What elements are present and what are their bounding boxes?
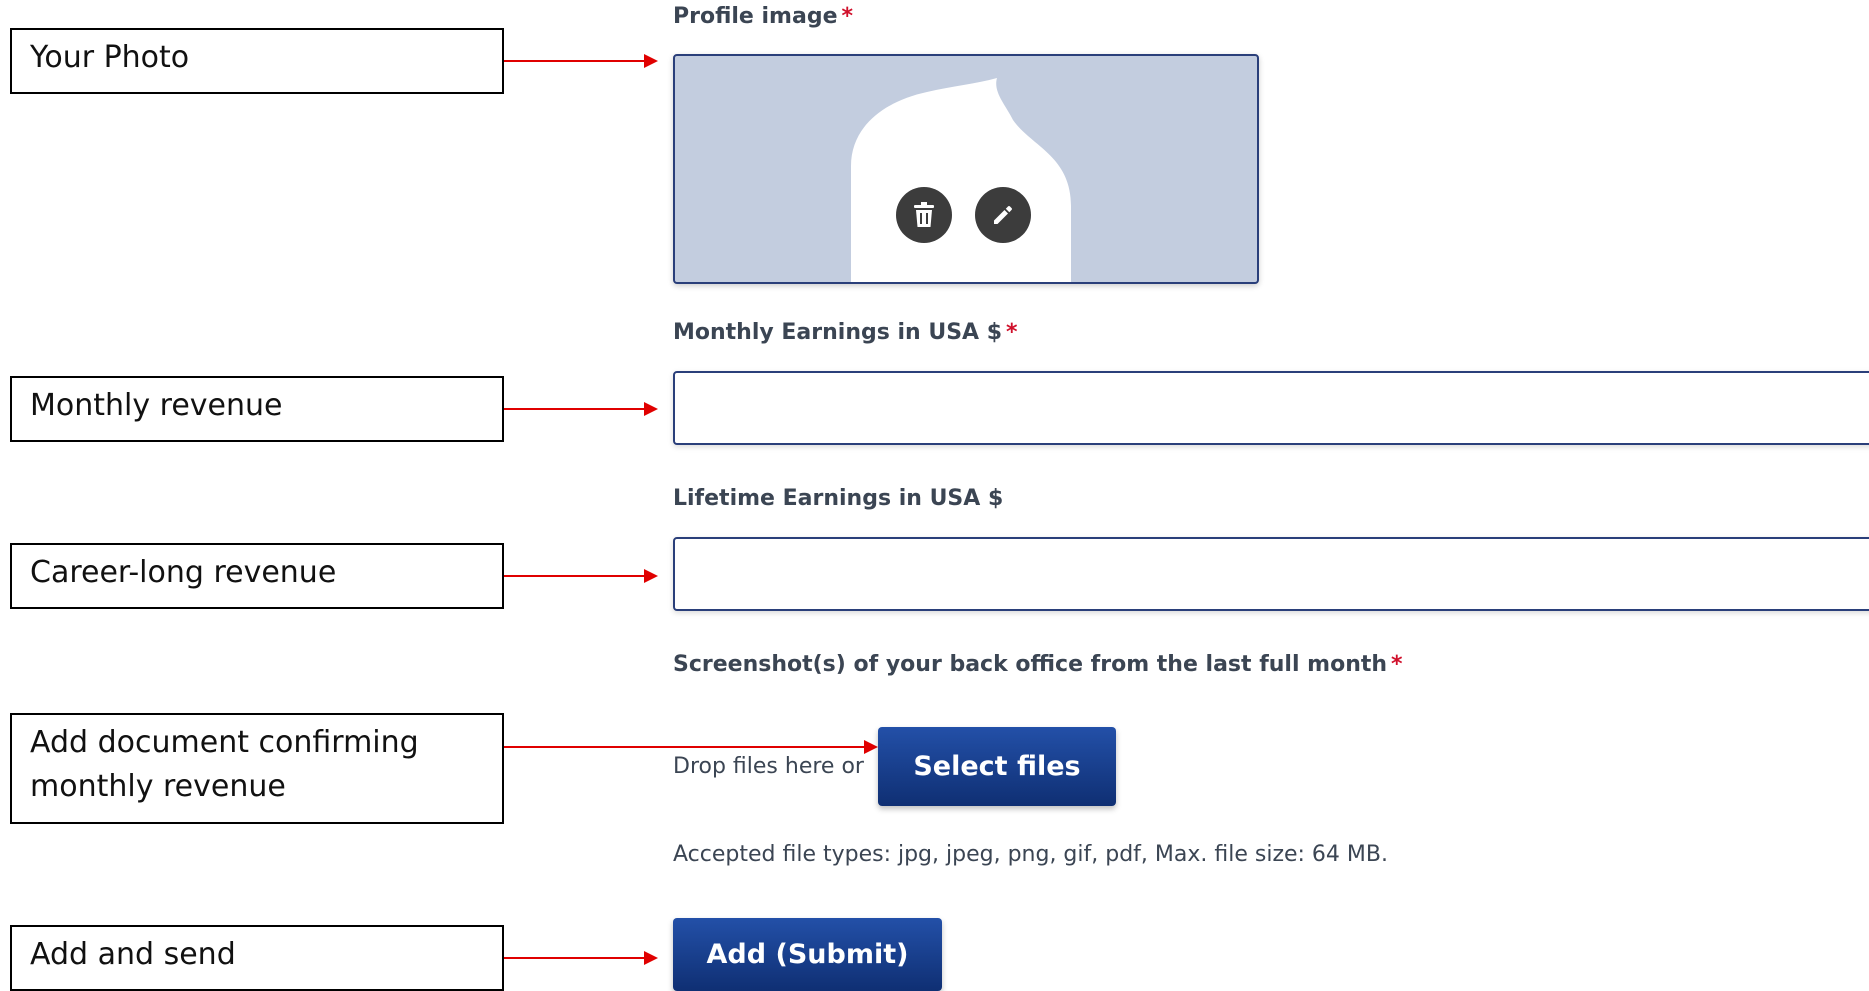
delete-photo-button[interactable] xyxy=(896,187,952,243)
annotation-arrow xyxy=(504,569,658,583)
profile-image-label: Profile image * xyxy=(673,4,854,29)
annotation-add-and-send: Add and send xyxy=(10,925,504,991)
screenshots-label: Screenshot(s) of your back office from t… xyxy=(673,652,1403,677)
annotation-text: Career-long revenue xyxy=(30,555,337,590)
required-mark: * xyxy=(1391,652,1403,677)
required-mark: * xyxy=(841,4,854,29)
accepted-file-types-text: Accepted file types: jpg, jpeg, png, gif… xyxy=(673,842,1388,867)
annotation-arrow xyxy=(504,54,658,68)
annotation-text-line: monthly revenue xyxy=(30,769,286,804)
pencil-icon xyxy=(994,206,1012,224)
submit-button[interactable]: Add (Submit) xyxy=(673,918,942,991)
edit-photo-button[interactable] xyxy=(975,187,1031,243)
annotation-add-document: Add document confirming monthly revenue xyxy=(10,713,504,824)
drop-files-text: Drop files here or xyxy=(673,754,864,779)
annotation-arrow xyxy=(504,740,878,754)
annotation-text: Monthly revenue xyxy=(30,388,283,423)
monthly-earnings-input[interactable] xyxy=(673,371,1869,445)
annotation-monthly-revenue: Monthly revenue xyxy=(10,376,504,442)
annotation-arrow xyxy=(504,951,658,965)
trash-icon xyxy=(914,202,934,227)
annotation-text: Your Photo xyxy=(30,40,190,75)
lifetime-earnings-input[interactable] xyxy=(673,537,1869,611)
select-files-button[interactable]: Select files xyxy=(878,727,1116,806)
annotation-text-line: Add document confirming xyxy=(30,725,419,760)
lifetime-earnings-label: Lifetime Earnings in USA $ xyxy=(673,486,1004,511)
required-mark: * xyxy=(1006,320,1018,345)
annotation-career-long-revenue: Career-long revenue xyxy=(10,543,504,609)
annotation-arrow xyxy=(504,402,658,416)
profile-image-preview[interactable] xyxy=(673,54,1259,284)
monthly-earnings-label: Monthly Earnings in USA $ * xyxy=(673,320,1018,345)
avatar-placeholder xyxy=(851,78,1071,282)
annotation-your-photo: Your Photo xyxy=(10,28,504,94)
annotation-text: Add and send xyxy=(30,937,236,972)
